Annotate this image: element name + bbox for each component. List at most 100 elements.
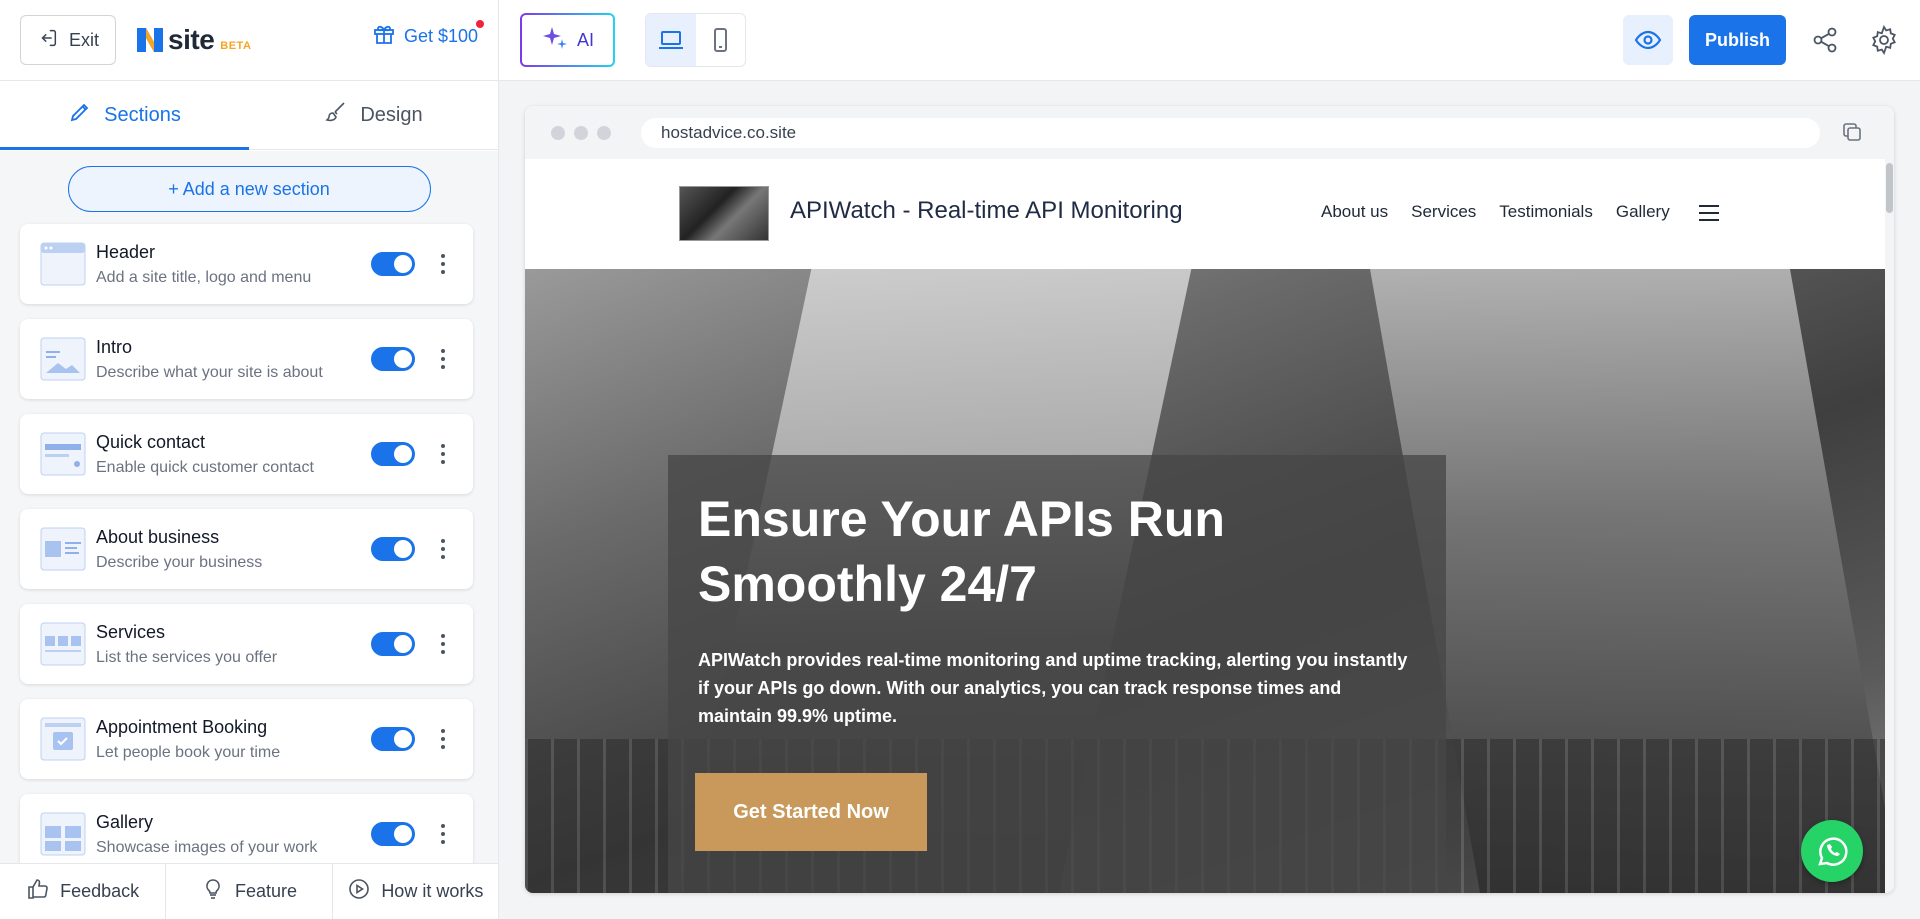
more-options-icon[interactable]	[433, 724, 453, 754]
gift-icon	[372, 22, 396, 51]
quick-contact-section-icon	[40, 432, 86, 476]
browser-chrome: hostadvice.co.site	[525, 106, 1894, 159]
section-toggle[interactable]	[371, 252, 415, 276]
play-circle-icon	[347, 877, 371, 906]
tab-sections[interactable]: Sections	[0, 81, 249, 150]
add-section-button[interactable]: + Add a new section	[67, 166, 431, 212]
services-section-icon	[40, 622, 86, 666]
site-preview: APIWatch - Real-time API Monitoring Abou…	[525, 159, 1885, 893]
section-card-services[interactable]: Services List the services you offer	[20, 604, 473, 684]
site-logo-image[interactable]	[679, 186, 769, 241]
site-title[interactable]: APIWatch - Real-time API Monitoring	[790, 197, 1183, 225]
get-100-label: Get $100	[403, 26, 478, 46]
logo-word: site	[168, 24, 215, 55]
more-options-icon[interactable]	[433, 534, 453, 564]
section-description: Let people book your time	[96, 743, 281, 761]
hero-text-box: Ensure Your APIs Run Smoothly 24/7 APIWa…	[668, 455, 1446, 893]
intro-section-icon	[40, 337, 86, 381]
section-card-quick-contact[interactable]: Quick contact Enable quick customer cont…	[20, 414, 473, 494]
section-toggle[interactable]	[371, 632, 415, 656]
section-card-about-business[interactable]: About business Describe your business	[20, 509, 473, 589]
preview-button[interactable]	[1623, 15, 1673, 65]
site-preview-frame: hostadvice.co.site APIWatch - Real-time …	[525, 106, 1894, 893]
settings-gear-icon[interactable]	[1868, 24, 1900, 56]
section-description: List the services you offer	[96, 648, 278, 666]
preview-scrollbar[interactable]	[1885, 159, 1894, 893]
more-options-icon[interactable]	[433, 819, 453, 849]
exit-icon	[37, 27, 59, 54]
section-card-appointment-booking[interactable]: Appointment Booking Let people book your…	[20, 699, 473, 779]
section-description: Describe what your site is about	[96, 363, 323, 381]
url-bar: hostadvice.co.site	[641, 117, 1820, 148]
section-toggle[interactable]	[371, 727, 415, 751]
section-description: Add a site title, logo and menu	[96, 268, 312, 286]
hero-section: Ensure Your APIs Run Smoothly 24/7 APIWa…	[525, 269, 1885, 893]
nav-link-services[interactable]: Services	[1411, 202, 1476, 222]
section-toggle[interactable]	[371, 822, 415, 846]
feature-button[interactable]: Feature	[166, 864, 333, 919]
phone-icon	[714, 28, 728, 52]
more-options-icon[interactable]	[433, 249, 453, 279]
ai-button[interactable]: AI	[520, 13, 615, 67]
whatsapp-icon	[1818, 837, 1848, 866]
exit-button[interactable]: Exit	[20, 15, 117, 65]
more-options-icon[interactable]	[433, 439, 453, 469]
publish-button[interactable]: Publish	[1689, 15, 1786, 65]
window-dots	[551, 125, 611, 140]
how-it-works-button[interactable]: How it works	[333, 864, 498, 919]
hero-description: APIWatch provides real-time monitoring a…	[698, 650, 1408, 726]
nav-link-testimonials[interactable]: Testimonials	[1499, 202, 1593, 222]
section-card-intro[interactable]: Intro Describe what your site is about	[20, 319, 473, 399]
sidebar-footer: Feedback Feature How it works	[0, 863, 498, 919]
section-description: Showcase images of your work	[96, 838, 318, 856]
section-description: Describe your business	[96, 553, 263, 571]
scrollbar-thumb[interactable]	[1886, 163, 1893, 213]
hero-heading: Ensure Your APIs Run Smoothly 24/7	[698, 491, 1225, 612]
section-title: Quick contact	[96, 431, 206, 452]
about-business-section-icon	[40, 527, 86, 571]
calendar-section-icon	[40, 717, 86, 761]
more-options-icon[interactable]	[433, 629, 453, 659]
nav-link-about-us[interactable]: About us	[1321, 202, 1388, 222]
section-toggle[interactable]	[371, 537, 415, 561]
paintbrush-icon	[324, 100, 348, 130]
site-nav-links: About us Services Testimonials Gallery	[1321, 202, 1670, 222]
header-section-icon	[40, 242, 86, 286]
section-title: Header	[96, 241, 156, 262]
editor-sidebar: Exit site BETA Get $100 Sections Design	[0, 0, 499, 919]
thumbs-up-icon	[26, 877, 50, 906]
get-started-button[interactable]: Get Started Now	[695, 773, 927, 851]
lightbulb-icon	[201, 877, 225, 906]
gallery-section-icon	[40, 812, 86, 856]
more-options-icon[interactable]	[433, 344, 453, 374]
tab-sections-label: Sections	[104, 103, 181, 126]
exit-label: Exit	[69, 29, 100, 50]
beta-badge: BETA	[220, 40, 252, 52]
section-toggle[interactable]	[371, 442, 415, 466]
section-card-gallery[interactable]: Gallery Showcase images of your work	[20, 794, 473, 863]
sparkles-icon	[541, 24, 569, 57]
nav-link-gallery[interactable]: Gallery	[1616, 202, 1670, 222]
section-toggle[interactable]	[371, 347, 415, 371]
notification-dot	[476, 20, 484, 28]
editor-toolbar: AI Publish	[499, 0, 1920, 81]
pencil-icon	[68, 100, 92, 130]
feedback-button[interactable]: Feedback	[0, 864, 167, 919]
tab-design[interactable]: Design	[249, 81, 498, 149]
section-title: Gallery	[96, 811, 154, 832]
copy-icon[interactable]	[1840, 120, 1864, 144]
share-icon[interactable]	[1810, 25, 1840, 55]
section-description: Enable quick customer contact	[96, 458, 314, 476]
section-title: Appointment Booking	[96, 716, 268, 737]
desktop-view-button[interactable]	[646, 14, 696, 66]
device-switcher	[645, 13, 746, 67]
logo: site BETA	[134, 24, 251, 56]
whatsapp-button[interactable]	[1801, 820, 1863, 882]
menu-hamburger-icon[interactable]	[1699, 205, 1719, 221]
get-100-button[interactable]: Get $100	[372, 20, 484, 51]
section-card-header[interactable]: Header Add a site title, logo and menu	[20, 224, 473, 304]
site-header: APIWatch - Real-time API Monitoring Abou…	[525, 159, 1885, 269]
laptop-icon	[658, 31, 683, 49]
ai-label: AI	[576, 29, 594, 50]
mobile-view-button[interactable]	[696, 14, 746, 66]
